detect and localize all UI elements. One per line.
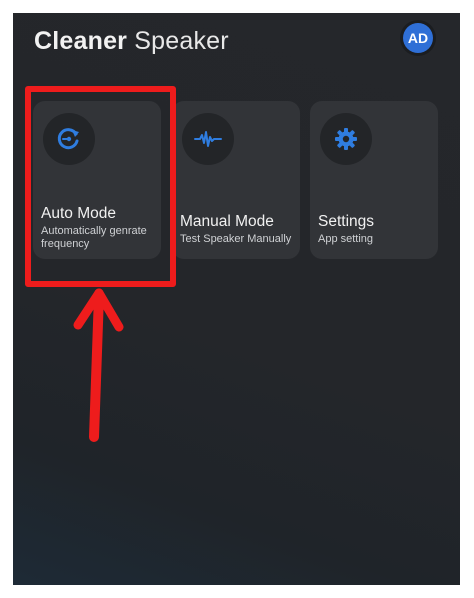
gear-icon (320, 113, 372, 165)
app-title-light: Speaker (134, 27, 229, 55)
pointer-arrow-icon (73, 288, 124, 442)
manual-mode-label: Manual Mode (180, 213, 274, 230)
ad-badge-button[interactable]: AD (403, 23, 433, 53)
app-title: Cleaner Speaker (34, 27, 229, 56)
app-title-bold: Cleaner (34, 27, 128, 55)
waveform-icon (182, 113, 234, 165)
app-screen: Cleaner Speaker AD Auto Mode Automatical… (13, 13, 460, 585)
settings-card[interactable]: Settings App setting (310, 101, 438, 259)
manual-mode-description: Test Speaker Manually (180, 233, 292, 245)
settings-label: Settings (318, 213, 375, 230)
highlight-box (25, 86, 176, 287)
settings-description: App setting (318, 233, 374, 245)
manual-mode-card[interactable]: Manual Mode Test Speaker Manually (172, 101, 300, 259)
